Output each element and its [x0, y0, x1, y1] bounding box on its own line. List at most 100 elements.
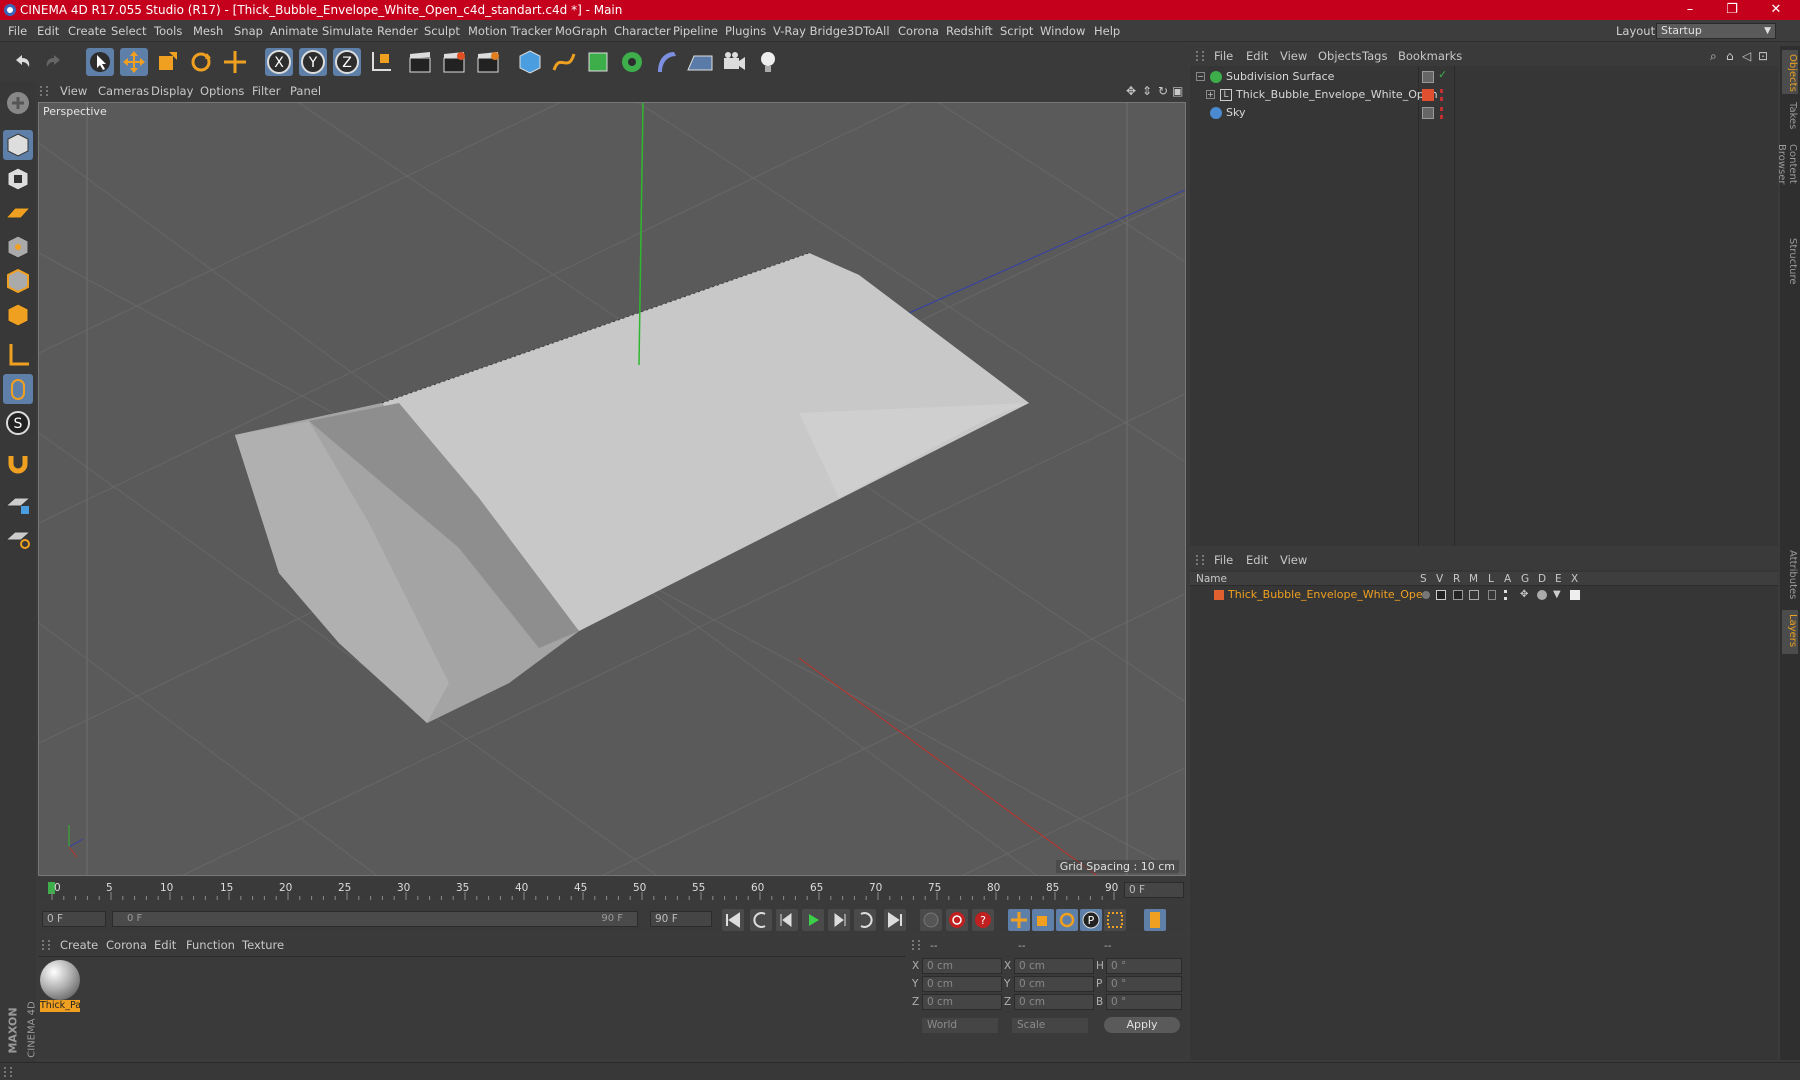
key-pla-button[interactable]: [1104, 909, 1126, 931]
menu-simulate[interactable]: Simulate: [322, 20, 373, 42]
position-y-field[interactable]: 0 cm: [922, 976, 1002, 992]
column-deformers[interactable]: D: [1538, 572, 1546, 586]
size-mode-dropdown[interactable]: Scale: [1012, 1018, 1088, 1033]
timeline-window-button[interactable]: [1144, 909, 1166, 931]
polygons-mode-button[interactable]: [3, 300, 33, 330]
column-solo[interactable]: S: [1420, 572, 1427, 586]
cloner-button[interactable]: [618, 48, 646, 76]
tab-attributes[interactable]: Attributes: [1782, 546, 1798, 606]
menu-help[interactable]: Help: [1094, 20, 1120, 42]
maximize-button[interactable]: ❐: [1712, 0, 1752, 20]
workplane-mode-button[interactable]: [3, 198, 33, 228]
key-parameter-button[interactable]: P: [1080, 909, 1102, 931]
menu-pipeline[interactable]: Pipeline: [673, 20, 718, 42]
layout-dropdown[interactable]: Startup ▼: [1656, 23, 1776, 39]
menu-3dtoall[interactable]: 3DToAll: [847, 20, 890, 42]
visibility-dots-icon[interactable]: [1440, 107, 1444, 119]
coordinate-mode-dropdown[interactable]: World: [922, 1018, 998, 1033]
layer-color-swatch[interactable]: [1214, 590, 1224, 600]
edges-mode-button[interactable]: [3, 266, 33, 296]
objects-menu-tags[interactable]: Tags: [1362, 46, 1387, 66]
material-menu-texture[interactable]: Texture: [242, 936, 284, 955]
menu-mesh[interactable]: Mesh: [193, 20, 223, 42]
object-name[interactable]: Thick_Bubble_Envelope_White_Open: [1236, 86, 1438, 104]
go-to-start-button[interactable]: [722, 909, 744, 931]
move-tool-button[interactable]: [120, 48, 148, 76]
editor-visibility-icon[interactable]: [1422, 107, 1434, 119]
model-mode-button[interactable]: [3, 130, 33, 160]
render-settings-button[interactable]: [474, 48, 502, 76]
menu-vray-bridge[interactable]: V-Ray Bridge: [773, 20, 847, 42]
menu-select[interactable]: Select: [111, 20, 146, 42]
start-frame-field[interactable]: 0 F: [42, 911, 106, 927]
floor-button[interactable]: [686, 48, 714, 76]
layer-color-icon[interactable]: [1422, 89, 1434, 101]
column-generators[interactable]: G: [1521, 572, 1529, 586]
manager-icon[interactable]: [1469, 590, 1479, 600]
layers-menu-file[interactable]: File: [1214, 550, 1233, 570]
viewport-move-icon[interactable]: ✥: [1126, 82, 1136, 101]
viewport-camera-label[interactable]: Perspective: [43, 105, 107, 118]
render-clapper-icon[interactable]: [1453, 590, 1463, 600]
layers-menu-view[interactable]: View: [1280, 550, 1307, 570]
column-locked[interactable]: L: [1488, 572, 1494, 586]
z-axis-lock-button[interactable]: Z: [333, 48, 361, 76]
pen-spline-button[interactable]: [550, 48, 578, 76]
points-mode-button[interactable]: [3, 232, 33, 262]
render-view-button[interactable]: [406, 48, 434, 76]
axis-mode-button[interactable]: [3, 340, 33, 370]
column-xref[interactable]: X: [1571, 572, 1578, 586]
snap-button[interactable]: S: [3, 408, 33, 438]
viewport-menu-options[interactable]: Options: [200, 82, 244, 101]
redo-button[interactable]: [40, 48, 68, 76]
tab-layers[interactable]: Layers: [1782, 610, 1798, 654]
menu-render[interactable]: Render: [377, 20, 418, 42]
object-row[interactable]: Sky: [1190, 104, 1778, 122]
key-scale-button[interactable]: [1032, 909, 1054, 931]
xref-icon[interactable]: [1570, 590, 1580, 600]
rotation-b-field[interactable]: 0 °: [1106, 994, 1182, 1010]
rotation-h-field[interactable]: 0 °: [1106, 958, 1182, 974]
size-x-field[interactable]: 0 cm: [1014, 958, 1094, 974]
deformer-icon[interactable]: [1537, 590, 1547, 600]
column-visible[interactable]: V: [1436, 572, 1443, 586]
menu-mograph[interactable]: MoGraph: [555, 20, 607, 42]
cube-object-button[interactable]: [516, 48, 544, 76]
magnet-button[interactable]: [3, 448, 33, 478]
minimize-button[interactable]: –: [1670, 0, 1710, 20]
objects-menu-view[interactable]: View: [1280, 46, 1307, 66]
next-key-button[interactable]: [854, 909, 876, 931]
live-selection-button[interactable]: [221, 48, 249, 76]
visible-eye-icon[interactable]: [1436, 590, 1446, 600]
previous-frame-button[interactable]: [776, 909, 798, 931]
position-x-field[interactable]: 0 cm: [922, 958, 1002, 974]
menu-motion-tracker[interactable]: Motion Tracker: [468, 20, 552, 42]
light-button[interactable]: [754, 48, 782, 76]
material-swatch[interactable]: Thick_Pa: [40, 960, 80, 1012]
position-z-field[interactable]: 0 cm: [922, 994, 1002, 1010]
search-icon[interactable]: ⌕: [1710, 46, 1717, 66]
record-disabled-button[interactable]: [920, 909, 942, 931]
animation-icon[interactable]: [1504, 590, 1510, 600]
expand-icon[interactable]: ⊡: [1758, 46, 1768, 66]
objects-menu-file[interactable]: File: [1214, 46, 1233, 66]
x-axis-lock-button[interactable]: X: [265, 48, 293, 76]
editor-visibility-icon[interactable]: [1422, 71, 1434, 83]
size-z-field[interactable]: 0 cm: [1014, 994, 1094, 1010]
viewport-menu-cameras[interactable]: Cameras: [98, 82, 149, 101]
object-row[interactable]: − Subdivision Surface ✓: [1190, 68, 1778, 86]
back-icon[interactable]: ◁: [1742, 46, 1751, 66]
collapse-icon[interactable]: −: [1196, 72, 1205, 81]
scale-tool-button[interactable]: [153, 48, 181, 76]
key-position-button[interactable]: [1008, 909, 1030, 931]
menu-animate[interactable]: Animate: [270, 20, 318, 42]
column-expressions[interactable]: E: [1555, 572, 1562, 586]
lock-icon[interactable]: [1488, 590, 1496, 600]
tab-takes[interactable]: Takes: [1782, 98, 1798, 136]
objects-menu-edit[interactable]: Edit: [1246, 46, 1268, 66]
tweak-mode-button[interactable]: [3, 374, 33, 404]
column-manager[interactable]: M: [1469, 572, 1478, 586]
object-name[interactable]: Sky: [1226, 104, 1245, 122]
expand-icon[interactable]: +: [1206, 90, 1215, 99]
grid-lock-button[interactable]: [3, 488, 33, 518]
